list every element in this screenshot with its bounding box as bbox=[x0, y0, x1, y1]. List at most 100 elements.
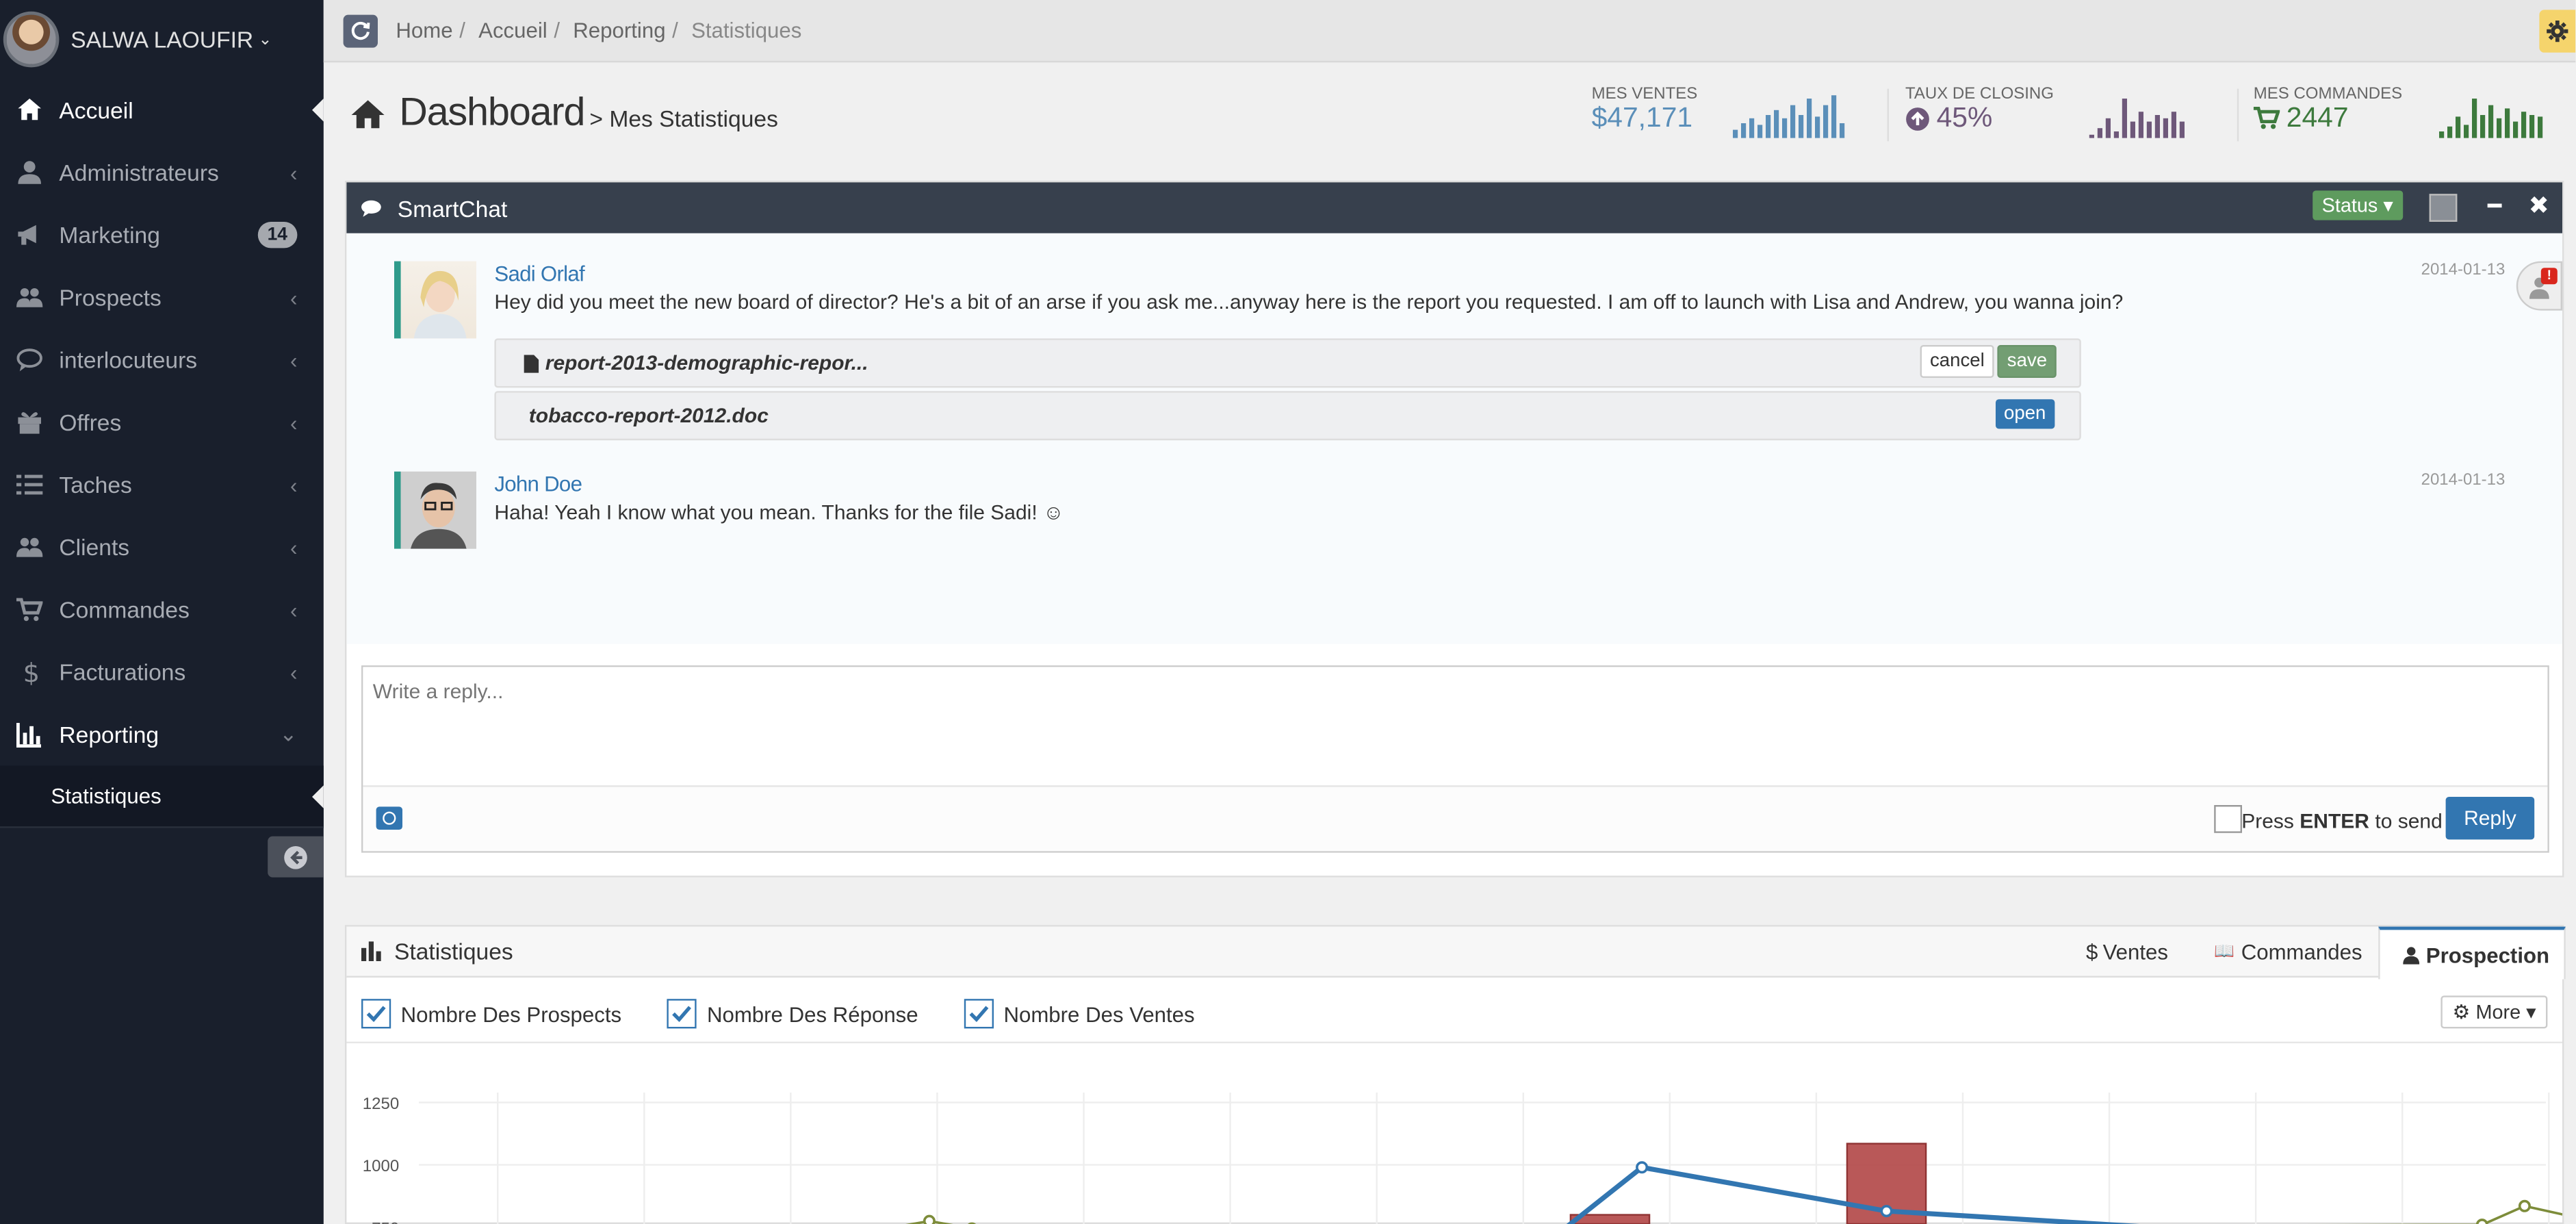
kpi-ventes: MES VENTES $47,171 bbox=[1592, 86, 1698, 135]
breadcrumb-separator: / bbox=[672, 18, 678, 43]
spark-bar bbox=[2464, 125, 2469, 138]
cancel-button[interactable]: cancel bbox=[1920, 345, 1995, 378]
tab-ventes[interactable]: $ Ventes bbox=[2086, 927, 2168, 978]
sidebar-item-facturations[interactable]: $ Facturations ‹ bbox=[0, 641, 324, 703]
spark-bar bbox=[1757, 125, 1763, 138]
reply-input[interactable] bbox=[363, 667, 2548, 786]
camera-icon[interactable] bbox=[376, 806, 402, 830]
checkmark-icon bbox=[673, 1006, 692, 1022]
checkbox-label: Nombre Des Réponse bbox=[706, 1001, 918, 1026]
breadcrumb-item[interactable]: Home bbox=[396, 18, 452, 42]
sidebar-item-clients[interactable]: Clients ‹ bbox=[0, 516, 324, 578]
data-point bbox=[2475, 1219, 2488, 1224]
sidebar-item-reporting[interactable]: Reporting ⌄ bbox=[0, 703, 324, 765]
tab-commandes[interactable]: 📖 Commandes bbox=[2214, 927, 2362, 978]
breadcrumb-item[interactable]: Accueil bbox=[478, 18, 548, 42]
attachment-item: report-2013-demographic-repor... cancel … bbox=[494, 338, 2081, 388]
statistics-chart: 1250 1000 750 bbox=[363, 1093, 2563, 1224]
status-dropdown[interactable]: Status ▾ bbox=[2312, 190, 2404, 220]
attachment-filename: tobacco-report-2012.doc bbox=[528, 404, 769, 427]
dollar-icon: $ bbox=[2086, 939, 2098, 965]
toggle-color-button[interactable] bbox=[2429, 194, 2458, 222]
gear-icon: ⚙ bbox=[2452, 1000, 2471, 1024]
breadcrumb-item[interactable]: Reporting bbox=[573, 18, 665, 42]
enter-to-send-checkbox[interactable] bbox=[2214, 805, 2243, 833]
user-icon bbox=[13, 160, 46, 186]
spark-bar bbox=[2154, 115, 2161, 138]
series-line bbox=[905, 1204, 2563, 1224]
sidebar-item-interlocuteurs[interactable]: interlocuteurs ‹ bbox=[0, 329, 324, 391]
count-badge: 14 bbox=[257, 222, 298, 248]
sidebar-item-accueil[interactable]: Accueil bbox=[0, 79, 324, 141]
chat-messages: Sadi Orlaf 2014-01-13 Hey did you meet t… bbox=[346, 233, 2563, 644]
more-dropdown[interactable]: ⚙ More ▾ bbox=[2440, 995, 2548, 1029]
kpi-label: MES VENTES bbox=[1591, 85, 1698, 104]
sidebar-item-marketing[interactable]: Marketing 14 bbox=[0, 204, 324, 266]
spark-bar bbox=[1815, 116, 1820, 138]
tab-prospection[interactable]: Prospection bbox=[2378, 926, 2566, 980]
spark-bar bbox=[2089, 134, 2094, 138]
settings-button[interactable] bbox=[2539, 10, 2576, 53]
svg-text:$: $ bbox=[23, 659, 40, 685]
spark-bar bbox=[1733, 129, 1738, 138]
sidebar-item-label: interlocuteurs bbox=[59, 346, 198, 373]
chat-users-toggle[interactable]: ! bbox=[2516, 261, 2563, 311]
spark-bar bbox=[2497, 118, 2502, 138]
users-icon bbox=[13, 284, 46, 310]
kpi-value: 2447 bbox=[2286, 101, 2349, 133]
sidebar-item-label: Prospects bbox=[59, 284, 162, 311]
spark-bar bbox=[2488, 105, 2494, 138]
open-button[interactable]: open bbox=[1996, 399, 2055, 429]
user-icon bbox=[2403, 946, 2420, 964]
close-button[interactable]: ✖ bbox=[2529, 190, 2549, 220]
spark-bar bbox=[1807, 99, 1812, 138]
cart-icon bbox=[13, 596, 46, 622]
spark-bar bbox=[2130, 121, 2136, 138]
refresh-button[interactable] bbox=[343, 14, 378, 47]
kpi-label: TAUX DE CLOSING bbox=[1905, 85, 2054, 104]
spark-bar bbox=[2521, 112, 2527, 138]
avatar[interactable] bbox=[3, 11, 60, 68]
checkbox-reponse[interactable] bbox=[667, 999, 697, 1029]
collapse-sidebar-button[interactable] bbox=[268, 836, 324, 878]
spark-bar bbox=[2456, 116, 2461, 138]
checkmark-icon bbox=[366, 1006, 386, 1022]
spark-bar bbox=[2513, 121, 2519, 138]
sidebar-item-label: Taches bbox=[59, 471, 132, 498]
alert-badge: ! bbox=[2540, 268, 2558, 285]
reply-button[interactable]: Reply bbox=[2445, 797, 2535, 840]
checkbox-ventes[interactable] bbox=[964, 999, 994, 1029]
sidebar-item-commandes[interactable]: Commandes ‹ bbox=[0, 578, 324, 641]
checkbox-prospects[interactable] bbox=[361, 999, 391, 1029]
bar-chart-icon bbox=[13, 722, 46, 748]
page-subtitle: > Mes Statistiques bbox=[589, 105, 778, 131]
reply-box: Press ENTER to send Reply bbox=[361, 665, 2549, 853]
message-author[interactable]: John Doe bbox=[494, 472, 582, 496]
spark-bar bbox=[2505, 108, 2510, 138]
cart-icon bbox=[2253, 107, 2280, 129]
sidebar-subitem-statistiques[interactable]: Statistiques bbox=[0, 765, 324, 828]
spark-bar bbox=[1790, 105, 1796, 138]
spark-bar bbox=[2447, 126, 2453, 138]
statistics-widget: Statistiques $ Ventes 📖 Commandes Prospect… bbox=[345, 925, 2566, 1224]
save-button[interactable]: save bbox=[1997, 345, 2057, 378]
reply-toolbar: Press ENTER to send Reply bbox=[363, 785, 2548, 852]
message-text: Haha! Yeah I know what you mean. Thanks … bbox=[494, 501, 1064, 524]
sidebar-item-offres[interactable]: Offres ‹ bbox=[0, 391, 324, 453]
sidebar-item-administrateurs[interactable]: Administrateurs ‹ bbox=[0, 141, 324, 203]
spark-bar bbox=[2113, 131, 2120, 138]
sidebar-item-prospects[interactable]: Prospects ‹ bbox=[0, 266, 324, 329]
attachment-item: tobacco-report-2012.doc open bbox=[494, 391, 2081, 441]
enter-to-send-label: Press ENTER to send bbox=[2241, 810, 2443, 833]
sidebar-item-taches[interactable]: Taches ‹ bbox=[0, 453, 324, 515]
message-author[interactable]: Sadi Orlaf bbox=[494, 262, 584, 286]
spark-bar bbox=[1840, 123, 1845, 138]
chevron-left-icon: ‹ bbox=[289, 160, 298, 185]
spark-bar bbox=[2439, 131, 2445, 138]
breadcrumb: Home / Accueil / Reporting / Statistiques bbox=[396, 18, 801, 42]
page-header: Dashboard > Mes Statistiques bbox=[350, 90, 778, 136]
minimize-button[interactable]: ━ bbox=[2488, 192, 2501, 220]
spark-bar bbox=[2163, 118, 2169, 138]
spark-bar bbox=[2538, 116, 2543, 138]
user-menu[interactable]: SALWA LAOUFIR ⌄ bbox=[0, 0, 324, 79]
